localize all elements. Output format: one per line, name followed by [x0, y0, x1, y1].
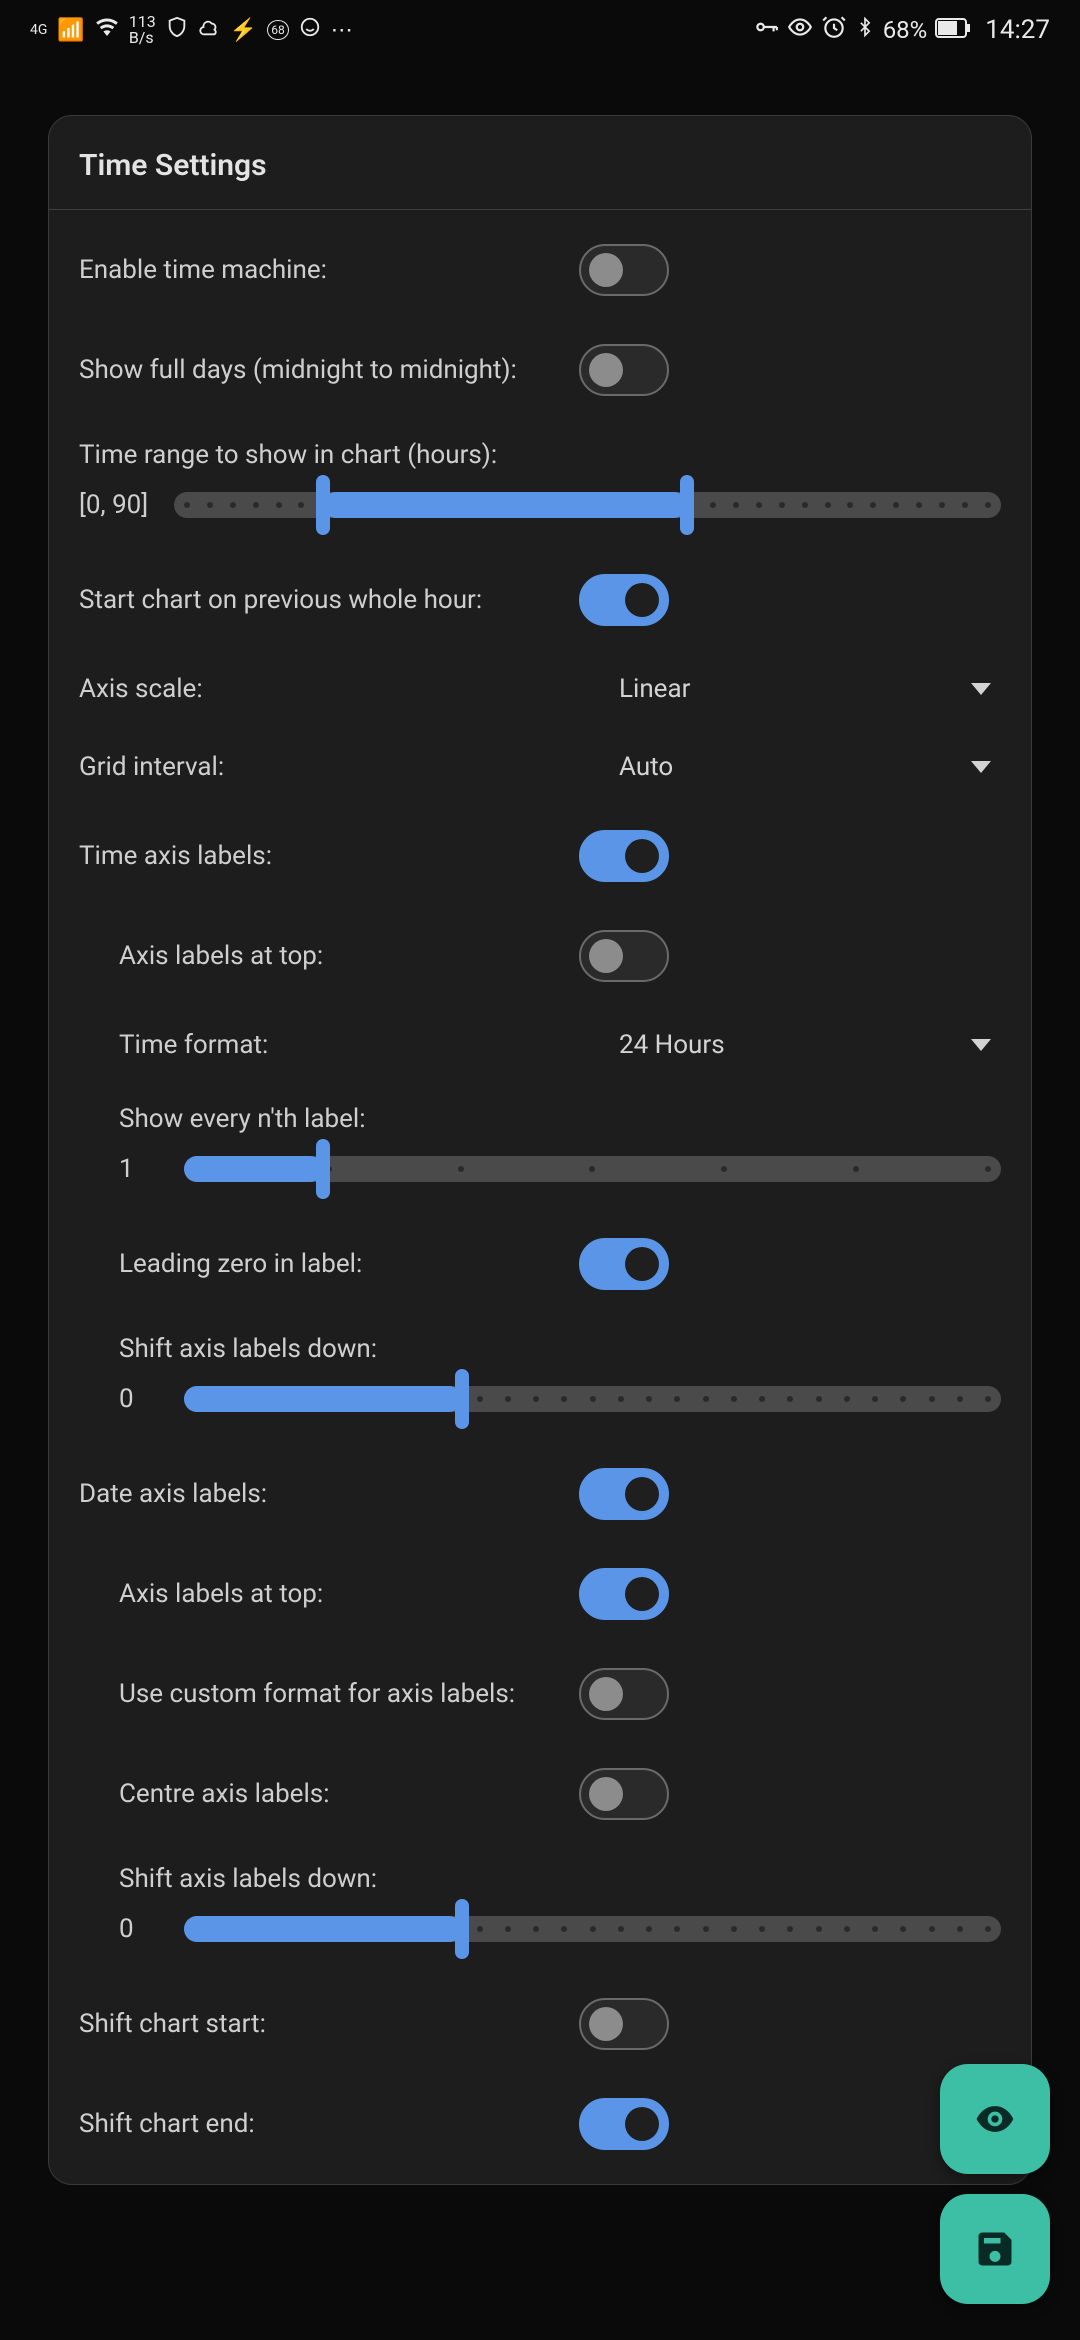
toggle-enable-time-machine[interactable] [579, 244, 669, 296]
time-settings-card: Time Settings Enable time machine: Show … [48, 115, 1032, 2185]
slider-shift-time[interactable] [184, 1386, 1001, 1412]
signal-bars-icon: 📶 [57, 18, 84, 43]
slider-handle[interactable] [316, 1139, 330, 1199]
label-enable-time-machine: Enable time machine: [79, 255, 559, 285]
toggle-shift-chart-start[interactable] [579, 1998, 669, 2050]
label-time-format: Time format: [119, 1030, 559, 1060]
label-leading-zero: Leading zero in label: [119, 1249, 559, 1279]
row-show-nth-slider: 1 [79, 1144, 1001, 1214]
signal-4g-icon: 4G [30, 22, 47, 38]
fab-preview[interactable] [940, 2064, 1050, 2174]
label-shift-chart-start: Shift chart start: [79, 2009, 559, 2039]
slider-time-range[interactable] [174, 492, 1001, 518]
fab-save[interactable] [940, 2194, 1050, 2304]
save-icon [973, 2227, 1017, 2271]
toggle-time-labels-top[interactable] [579, 930, 669, 982]
row-date-labels-top: Axis labels at top: [79, 1544, 1001, 1644]
row-time-format[interactable]: Time format: 24 Hours [79, 1006, 1001, 1084]
row-leading-zero: Leading zero in label: [79, 1214, 1001, 1314]
slider-shift-date[interactable] [184, 1916, 1001, 1942]
toggle-custom-format[interactable] [579, 1668, 669, 1720]
row-date-axis-labels: Date axis labels: [79, 1444, 1001, 1544]
slider-handle[interactable] [455, 1899, 469, 1959]
label-time-axis-labels: Time axis labels: [79, 841, 559, 871]
badge-icon: 68 [267, 20, 289, 40]
value-axis-scale: Linear [579, 674, 951, 704]
battery-percent: 68% [883, 16, 928, 44]
bluetooth-icon [855, 14, 875, 46]
label-shift-chart-end: Shift chart end: [79, 2109, 559, 2139]
shield-icon [166, 16, 188, 44]
row-custom-format: Use custom format for axis labels: [79, 1644, 1001, 1744]
label-centre-labels: Centre axis labels: [119, 1779, 559, 1809]
row-axis-scale[interactable]: Axis scale: Linear [79, 650, 1001, 728]
card-header: Time Settings [49, 116, 1031, 210]
slider-handle[interactable] [455, 1369, 469, 1429]
row-enable-time-machine: Enable time machine: [79, 220, 1001, 320]
key-icon [753, 14, 779, 46]
chevron-down-icon [971, 683, 991, 695]
toggle-shift-chart-end[interactable] [579, 2098, 669, 2150]
row-show-full-days: Show full days (midnight to midnight): [79, 320, 1001, 420]
row-time-range-slider: [0, 90] [79, 480, 1001, 550]
bolt-icon: ⚡ [230, 18, 257, 43]
label-start-prev-hour: Start chart on previous whole hour: [79, 585, 559, 615]
range-handle-max[interactable] [680, 475, 694, 535]
range-handle-min[interactable] [316, 475, 330, 535]
status-right: 68% 14:27 [753, 14, 1050, 46]
row-centre-labels: Centre axis labels: [79, 1744, 1001, 1844]
label-show-full-days: Show full days (midnight to midnight): [79, 355, 559, 385]
shift-date-value: 0 [119, 1914, 159, 1944]
label-axis-scale: Axis scale: [79, 674, 559, 704]
label-custom-format: Use custom format for axis labels: [119, 1679, 559, 1709]
net-speed: 113B/s [129, 14, 156, 46]
toggle-time-axis-labels[interactable] [579, 830, 669, 882]
row-shift-chart-start: Shift chart start: [79, 1974, 1001, 2074]
row-shift-date-slider: 0 [79, 1904, 1001, 1974]
label-shift-time-down: Shift axis labels down: [79, 1314, 1001, 1374]
row-time-labels-top: Axis labels at top: [79, 906, 1001, 1006]
toggle-leading-zero[interactable] [579, 1238, 669, 1290]
chevron-down-icon [971, 1039, 991, 1051]
eye-icon [787, 14, 813, 46]
label-date-labels-top: Axis labels at top: [119, 1579, 559, 1609]
toggle-date-labels-top[interactable] [579, 1568, 669, 1620]
value-grid-interval: Auto [579, 752, 951, 782]
toggle-centre-labels[interactable] [579, 1768, 669, 1820]
status-left: 4G 📶 113B/s ⚡ 68 ⋯ [30, 14, 353, 46]
label-grid-interval: Grid interval: [79, 752, 559, 782]
toggle-date-axis-labels[interactable] [579, 1468, 669, 1520]
cloud-icon [198, 16, 220, 44]
row-grid-interval[interactable]: Grid interval: Auto [79, 728, 1001, 806]
more-icon: ⋯ [331, 18, 353, 43]
label-show-nth: Show every n'th label: [79, 1084, 1001, 1144]
label-date-axis-labels: Date axis labels: [79, 1479, 559, 1509]
row-shift-time-slider: 0 [79, 1374, 1001, 1444]
toggle-start-prev-hour[interactable] [579, 574, 669, 626]
dial-icon [299, 16, 321, 44]
label-time-range: Time range to show in chart (hours): [79, 420, 1001, 480]
show-nth-value: 1 [119, 1154, 159, 1184]
row-time-axis-labels: Time axis labels: [79, 806, 1001, 906]
row-shift-chart-end: Shift chart end: [79, 2074, 1001, 2174]
label-shift-date-down: Shift axis labels down: [79, 1844, 1001, 1904]
page-title: Time Settings [79, 148, 1001, 183]
chevron-down-icon [971, 761, 991, 773]
eye-icon [973, 2097, 1017, 2141]
time-range-value: [0, 90] [79, 490, 149, 520]
shift-time-value: 0 [119, 1384, 159, 1414]
alarm-icon [821, 14, 847, 46]
slider-show-nth[interactable] [184, 1156, 1001, 1182]
status-bar: 4G 📶 113B/s ⚡ 68 ⋯ 68 [0, 0, 1080, 60]
wifi-icon [95, 15, 119, 45]
toggle-show-full-days[interactable] [579, 344, 669, 396]
status-time: 14:27 [985, 15, 1050, 45]
row-start-prev-hour: Start chart on previous whole hour: [79, 550, 1001, 650]
battery-icon [935, 16, 971, 44]
value-time-format: 24 Hours [579, 1030, 951, 1060]
label-time-labels-top: Axis labels at top: [119, 941, 559, 971]
